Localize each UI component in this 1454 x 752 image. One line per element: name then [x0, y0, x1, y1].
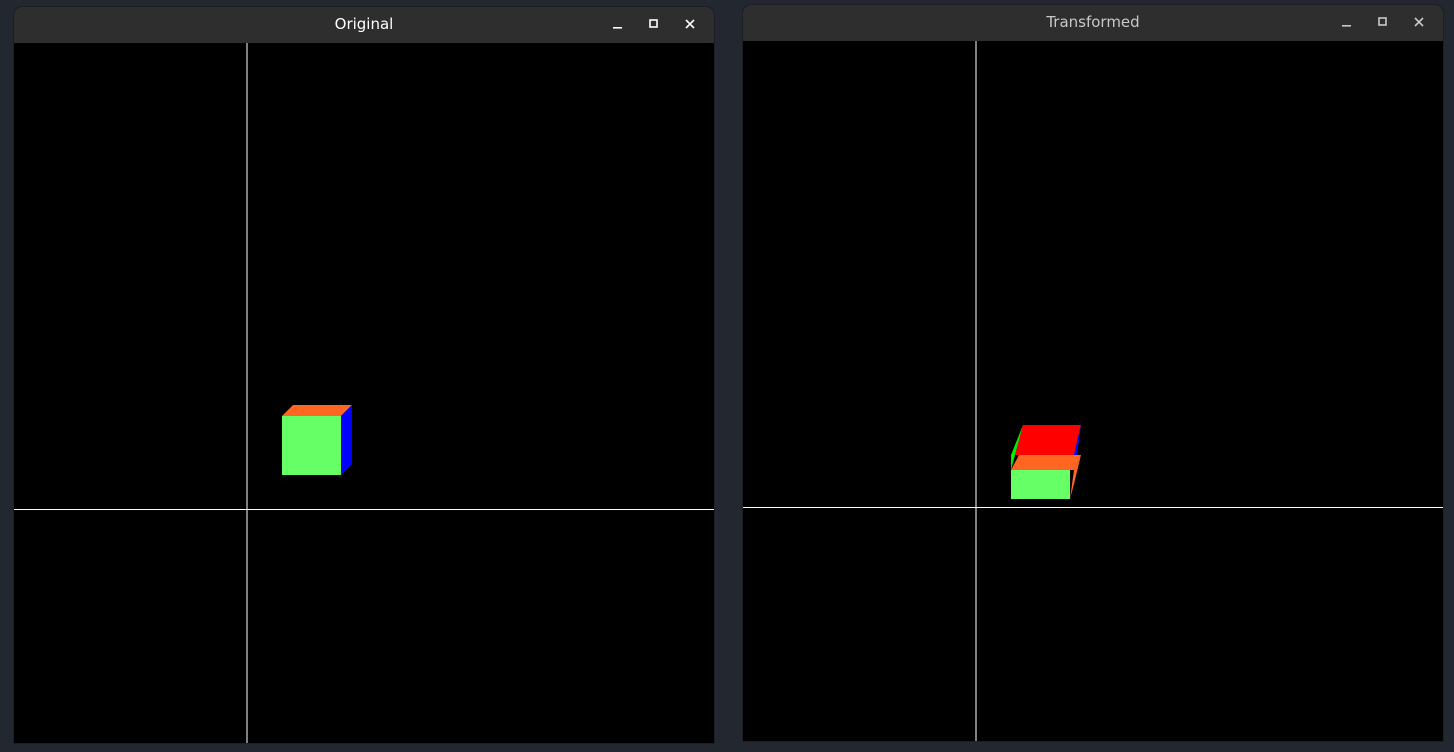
minimize-icon [613, 27, 622, 29]
minimize-icon [1342, 25, 1351, 27]
original-canvas [14, 43, 714, 743]
maximize-icon [649, 19, 658, 28]
cube-front-face [1011, 470, 1070, 499]
titlebar[interactable]: Transformed [743, 5, 1443, 41]
transformed-viewport[interactable] [743, 41, 1443, 741]
close-button[interactable] [672, 7, 708, 41]
window-controls [600, 7, 708, 41]
transformed-window: Transformed [743, 5, 1443, 741]
window-controls [1329, 5, 1437, 39]
cube-top-face [282, 405, 352, 416]
maximize-button[interactable] [636, 7, 672, 41]
close-icon [685, 19, 695, 29]
maximize-button[interactable] [1365, 5, 1401, 39]
close-icon [1414, 17, 1424, 27]
transformed-canvas [743, 41, 1443, 741]
cube-back-face [1015, 425, 1081, 455]
original-viewport[interactable] [14, 43, 714, 743]
minimize-button[interactable] [1329, 5, 1365, 39]
original-window: Original [14, 7, 714, 743]
close-button[interactable] [1401, 5, 1437, 39]
cube-side-face [341, 405, 352, 475]
cube-front-face [282, 416, 341, 475]
cube-top-face [1011, 455, 1081, 470]
titlebar[interactable]: Original [14, 7, 714, 43]
minimize-button[interactable] [600, 7, 636, 41]
maximize-icon [1378, 17, 1387, 26]
